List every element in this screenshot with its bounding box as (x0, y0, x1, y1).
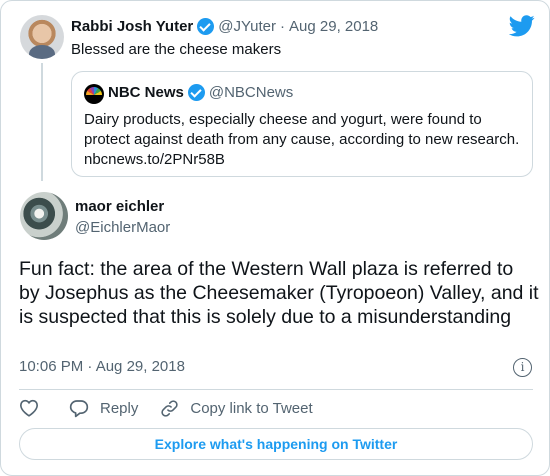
quoted-author-avatar (84, 84, 104, 104)
copy-link-button[interactable]: Copy link to Tweet (160, 399, 313, 418)
reply-icon (69, 399, 89, 417)
quoted-author-handle: @NBCNews (208, 84, 294, 101)
main-author-avatar[interactable] (20, 192, 68, 240)
thread-line (41, 63, 43, 181)
main-author-name[interactable]: maor eichler (75, 198, 164, 215)
reply-button[interactable]: Reply (69, 399, 138, 418)
quoted-tweet[interactable]: NBC News @NBCNews Dairy products, especi… (71, 71, 533, 177)
parent-tweet-header: Rabbi Josh Yuter @JYuter · Aug 29, 2018 (71, 18, 378, 35)
heart-icon (19, 399, 39, 417)
parent-tweet-date[interactable]: Aug 29, 2018 (289, 18, 378, 35)
link-icon (161, 399, 179, 417)
like-button[interactable] (19, 399, 39, 417)
quoted-author-name: NBC News (108, 84, 184, 101)
verified-badge-icon (187, 84, 205, 101)
parent-tweet-text: Blessed are the cheese makers (71, 41, 282, 58)
verified-badge-icon (197, 18, 215, 35)
parent-author-handle[interactable]: @JYuter (218, 18, 276, 35)
divider (19, 389, 533, 390)
explore-twitter-button[interactable]: Explore what's happening on Twitter (19, 428, 533, 460)
quoted-tweet-header: NBC News @NBCNews (108, 84, 293, 101)
copy-link-label: Copy link to Tweet (190, 399, 313, 417)
main-tweet-text: Fun fact: the area of the Western Wall p… (19, 258, 539, 328)
separator-dot: · (280, 18, 286, 35)
twitter-bird-icon[interactable] (509, 15, 535, 37)
parent-author-avatar[interactable] (20, 15, 64, 59)
main-tweet-timestamp[interactable]: 10:06 PM · Aug 29, 2018 (19, 358, 185, 375)
tweet-actions: Reply Copy link to Tweet (19, 397, 313, 419)
info-icon[interactable]: i (513, 358, 532, 377)
parent-author-name[interactable]: Rabbi Josh Yuter (71, 18, 193, 35)
main-author-handle[interactable]: @EichlerMaor (75, 219, 170, 236)
reply-label: Reply (100, 399, 139, 417)
quoted-tweet-text: Dairy products, especially cheese and yo… (84, 111, 520, 168)
embedded-tweet-card: Rabbi Josh Yuter @JYuter · Aug 29, 2018 … (0, 0, 550, 476)
